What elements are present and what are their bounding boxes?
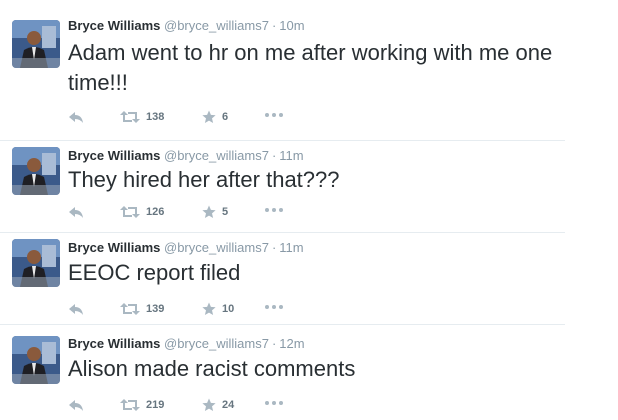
user-name[interactable]: Bryce Williams [68, 148, 160, 163]
star-icon [202, 110, 216, 123]
reply-button[interactable] [68, 110, 84, 124]
retweet-button[interactable]: 138 [120, 110, 164, 124]
reply-button[interactable] [68, 398, 84, 412]
tweet: Bryce Williams @bryce_williams7 · 11m EEOC… [0, 232, 580, 324]
star-icon [202, 302, 216, 315]
user-name[interactable]: Bryce Williams [68, 336, 160, 351]
retweet-count: 138 [146, 111, 165, 123]
retweet-button[interactable]: 126 [120, 205, 164, 219]
user-handle[interactable]: @bryce_williams7 [164, 240, 269, 255]
more-button[interactable] [264, 207, 284, 213]
avatar[interactable] [12, 20, 60, 68]
reply-icon [69, 400, 83, 411]
more-icon [265, 208, 283, 212]
tweet-text: Adam went to hr on me after working with… [68, 40, 553, 95]
retweet-icon [120, 111, 140, 123]
retweet-button[interactable]: 139 [120, 302, 164, 316]
reply-icon [69, 112, 83, 123]
retweet-icon [120, 303, 140, 315]
favorite-count: 5 [222, 206, 229, 218]
reply-button[interactable] [68, 302, 84, 316]
retweet-icon [120, 399, 140, 411]
avatar[interactable] [12, 239, 60, 287]
avatar[interactable] [12, 336, 60, 384]
tweet-divider [0, 232, 565, 233]
separator-dot: · [271, 240, 277, 255]
tweet-header: Bryce Williams @bryce_williams7 · 12m [68, 336, 305, 352]
user-name[interactable]: Bryce Williams [68, 18, 160, 33]
separator-dot: · [271, 18, 277, 33]
tweet-feed: Bryce Williams @bryce_williams7 · 10m Adam… [0, 0, 618, 420]
tweet-divider [0, 324, 565, 325]
star-icon [202, 205, 216, 218]
favorite-count: 6 [222, 111, 229, 123]
star-icon [202, 398, 216, 411]
tweet-text: EEOC report filed [68, 260, 241, 285]
tweet: Bryce Williams @bryce_williams7 · 12m Alis… [0, 324, 580, 420]
reply-icon [69, 207, 83, 218]
favorite-count: 10 [222, 303, 235, 315]
tweet-header: Bryce Williams @bryce_williams7 · 10m [68, 18, 305, 34]
separator-dot: · [271, 148, 277, 163]
user-name[interactable]: Bryce Williams [68, 240, 160, 255]
retweet-icon [120, 206, 140, 218]
tweet-header: Bryce Williams @bryce_williams7 · 11m [68, 240, 304, 256]
tweet-actions: 126 5 [68, 205, 308, 221]
more-button[interactable] [264, 400, 284, 406]
favorite-button[interactable]: 5 [202, 205, 228, 219]
tweet-text: They hired her after that??? [68, 167, 340, 192]
more-icon [265, 113, 283, 117]
reply-icon [69, 304, 83, 315]
user-handle[interactable]: @bryce_williams7 [164, 18, 269, 33]
retweet-button[interactable]: 219 [120, 398, 164, 412]
timestamp[interactable]: 10m [279, 18, 304, 33]
user-handle[interactable]: @bryce_williams7 [164, 148, 269, 163]
retweet-count: 126 [146, 206, 165, 218]
user-handle[interactable]: @bryce_williams7 [164, 336, 269, 351]
tweet: Bryce Williams @bryce_williams7 · 11m They… [0, 140, 580, 232]
more-button[interactable] [264, 112, 284, 118]
favorite-button[interactable]: 6 [202, 110, 228, 124]
retweet-count: 139 [146, 303, 165, 315]
timestamp[interactable]: 11m [279, 240, 303, 255]
tweet-header: Bryce Williams @bryce_williams7 · 11m [68, 148, 304, 164]
more-button[interactable] [264, 304, 284, 310]
retweet-count: 219 [146, 399, 165, 411]
tweet-text: Alison made racist comments [68, 356, 356, 381]
tweet: Bryce Williams @bryce_williams7 · 10m Adam… [0, 0, 580, 140]
separator-dot: · [271, 336, 277, 351]
tweet-actions: 139 10 [68, 302, 308, 318]
timestamp[interactable]: 11m [279, 148, 303, 163]
reply-button[interactable] [68, 205, 84, 219]
favorite-count: 24 [222, 399, 235, 411]
timestamp[interactable]: 12m [279, 336, 304, 351]
more-icon [265, 305, 283, 309]
favorite-button[interactable]: 24 [202, 398, 234, 412]
avatar[interactable] [12, 147, 60, 195]
tweet-actions: 219 24 [68, 398, 308, 414]
tweet-divider [0, 140, 565, 141]
more-icon [265, 401, 283, 405]
tweet-actions: 138 6 [68, 110, 308, 126]
favorite-button[interactable]: 10 [202, 302, 234, 316]
